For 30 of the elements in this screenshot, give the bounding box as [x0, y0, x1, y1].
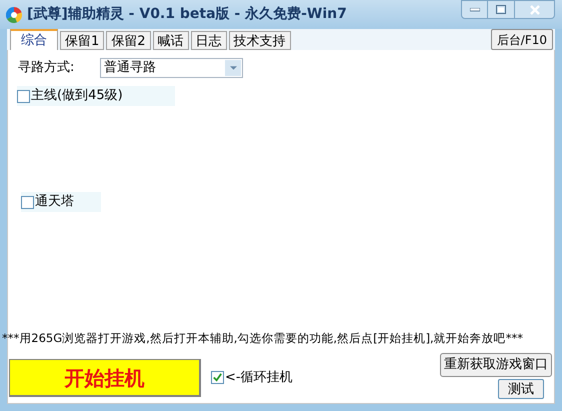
- close-button[interactable]: [515, 0, 555, 19]
- option-label: 通天塔: [35, 193, 74, 212]
- tab[interactable]: 技术支持: [228, 31, 291, 50]
- pathfinding-dropdown[interactable]: 普通寻路: [100, 58, 243, 78]
- option-label: 主线(做到45级): [31, 87, 123, 106]
- tab[interactable]: 日志: [190, 31, 227, 50]
- pathfinding-label: 寻路方式:: [18, 59, 76, 78]
- tab[interactable]: 综合: [10, 29, 58, 50]
- loop-label: <-循环挂机: [225, 369, 293, 387]
- test-button[interactable]: 测试: [498, 379, 544, 399]
- instructions-text: ***用265G浏览器打开游戏,然后打开本辅助,勾选你需要的功能,然后点[开始挂机],就开始奔放吧***: [2, 330, 523, 347]
- checkbox[interactable]: [211, 371, 224, 384]
- dropdown-arrow-icon: [230, 66, 236, 70]
- maximize-button[interactable]: [488, 0, 515, 19]
- checkbox[interactable]: [17, 90, 30, 102]
- minimize-icon: [470, 8, 480, 12]
- background-button[interactable]: 后台/F10: [490, 29, 553, 50]
- start-button[interactable]: 开始挂机: [9, 359, 201, 397]
- app-logo-icon: [6, 6, 22, 22]
- option-row[interactable]: 通天塔: [21, 192, 101, 212]
- minimize-button[interactable]: [461, 0, 488, 19]
- window-title: [武尊]辅助精灵 - V0.1 beta版 - 永久免费-Win7: [27, 4, 347, 24]
- option-row[interactable]: 主线(做到45级): [17, 86, 175, 106]
- maximize-icon: [496, 5, 506, 14]
- checkbox[interactable]: [21, 196, 34, 208]
- tab[interactable]: 保留2: [106, 31, 151, 50]
- close-icon: [530, 4, 540, 14]
- refresh-window-button[interactable]: 重新获取游戏窗口: [440, 353, 552, 377]
- tab[interactable]: 喊话: [152, 31, 189, 50]
- tab[interactable]: 保留1: [60, 31, 104, 50]
